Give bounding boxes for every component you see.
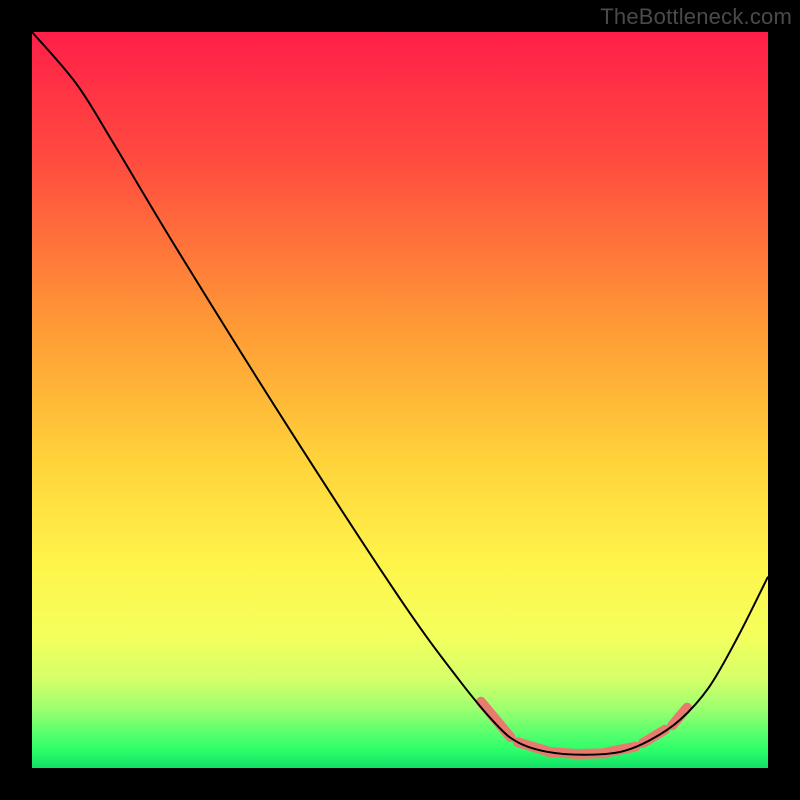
gradient-background bbox=[32, 32, 768, 768]
watermark-text: TheBottleneck.com bbox=[600, 4, 792, 30]
chart-container: TheBottleneck.com bbox=[0, 0, 800, 800]
plot-frame bbox=[30, 30, 770, 770]
plot-svg bbox=[32, 32, 768, 768]
